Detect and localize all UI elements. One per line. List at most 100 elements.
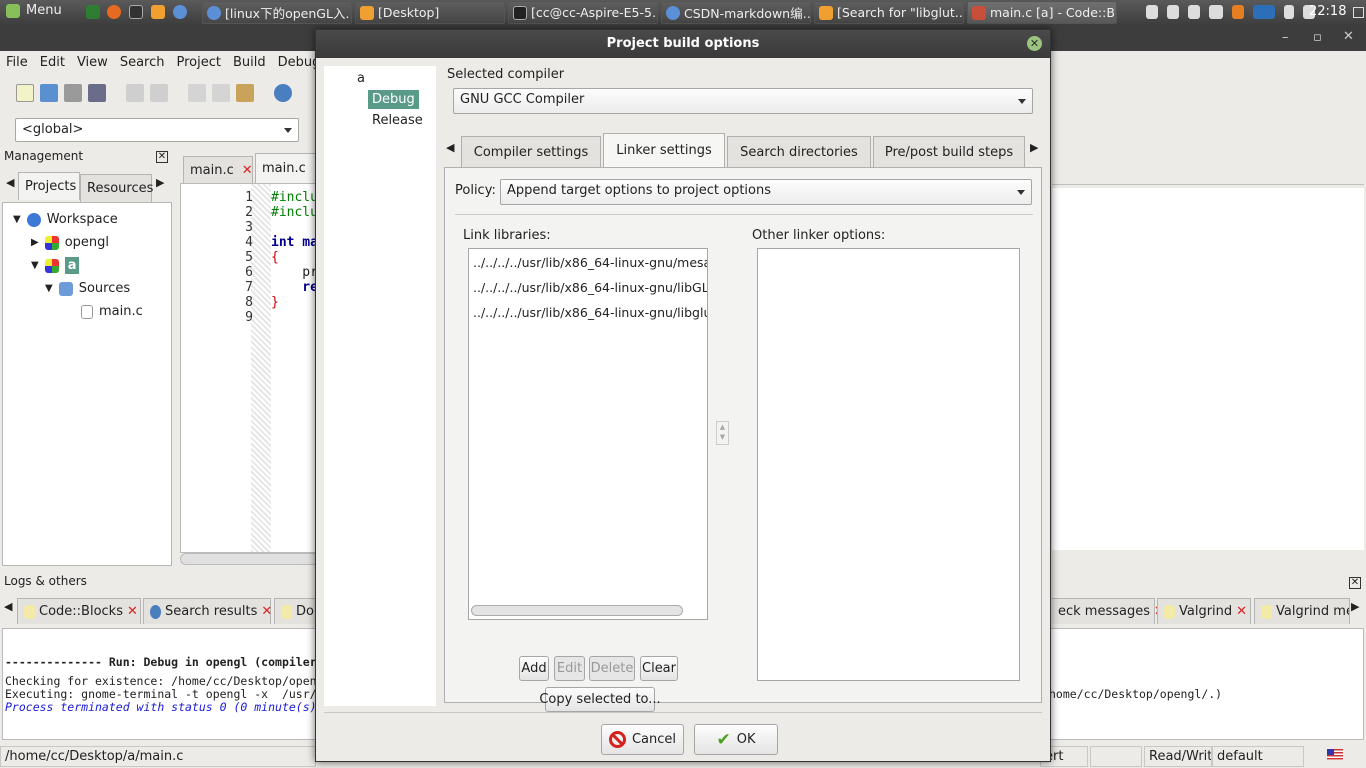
update-shield-icon[interactable] [1232,5,1244,19]
close-icon[interactable]: ✕ [1349,577,1361,589]
add-button[interactable]: Add [519,656,549,681]
tab-resources[interactable]: Resources [80,174,153,202]
menu-build[interactable]: Build [227,55,272,70]
terminal-icon[interactable] [129,5,143,19]
close-icon[interactable]: ✕ [1343,29,1354,44]
clear-button[interactable]: Clear [640,656,678,681]
tab-scroll-right-icon[interactable]: ▶ [1030,141,1038,154]
tree-item-workspace[interactable]: ▼ Workspace [13,208,118,231]
list-item[interactable]: ../../../../usr/lib/x86_64-linux-gnu/lib… [473,280,707,295]
save-all-icon[interactable] [88,84,106,102]
taskbar-window-2[interactable]: [Desktop] [355,1,505,24]
menu-edit[interactable]: Edit [34,55,71,70]
expand-icon[interactable]: ▼ [45,283,53,294]
target-release[interactable]: Release [372,113,423,128]
clipboard-icon[interactable] [1146,5,1158,19]
close-icon[interactable]: ✕ [1027,36,1042,51]
list-hscrollbar[interactable] [471,605,683,616]
taskbar-window-6[interactable]: main.c [a] - Code::B… [967,1,1117,24]
editor-tab-main-c-2[interactable]: main.c✕ [255,153,325,183]
policy-combo[interactable]: Append target options to project options [500,179,1032,205]
code-editor[interactable]: 1 2 3 4 5 6 7 8 9 #inclu #inclu int ma {… [180,183,320,553]
tab-scroll-left-icon[interactable]: ◀ [446,141,454,154]
us-flag-icon[interactable] [1327,749,1343,760]
copy-selected-to-button[interactable]: Copy selected to... [539,687,661,712]
delete-button[interactable]: Delete [589,656,635,681]
tree-item-opengl[interactable]: ▶ opengl [31,231,109,254]
taskbar-window-4[interactable]: CSDN-markdown编… [661,1,811,24]
compiler-combo[interactable]: GNU GCC Compiler [453,88,1033,114]
target-debug[interactable]: Debug [368,90,419,109]
link-libraries-list[interactable]: ../../../../usr/lib/x86_64-linux-gnu/mes… [468,248,708,620]
menu-project[interactable]: Project [170,55,226,70]
find-icon[interactable] [274,84,292,102]
intel-icon[interactable] [1253,5,1275,19]
log-tab-valgrind[interactable]: Valgrind ✕ [1157,598,1251,624]
log-tab-valgrind-messages[interactable]: Valgrind me [1254,598,1350,624]
save-icon[interactable] [64,84,82,102]
log-line: Executing: gnome-terminal -t opengl -x /… [5,687,317,701]
copy-icon[interactable] [212,84,230,102]
keyboard-icon[interactable] [1209,5,1223,19]
tree-item-sources[interactable]: ▼ Sources [45,277,130,300]
tab-pre-post-build-steps[interactable]: Pre/post build steps [873,136,1025,167]
ok-button[interactable]: ✔ OK [694,724,778,755]
maximize-icon[interactable]: ▫ [1313,30,1322,45]
firefox-icon[interactable] [107,5,121,19]
wifi-icon[interactable] [1167,5,1179,19]
open-icon[interactable] [40,84,58,102]
chromium-icon[interactable] [173,5,187,19]
collapse-icon[interactable]: ▶ [31,237,39,248]
menu-search[interactable]: Search [114,55,171,70]
taskbar-window-3[interactable]: [cc@cc-Aspire-E5-5… [508,1,658,24]
paste-icon[interactable] [236,84,254,102]
bluetooth-icon[interactable] [1284,5,1294,19]
editor-hscrollbar[interactable] [180,553,320,565]
tab-scroll-right-icon[interactable]: ▶ [1351,600,1359,613]
tab-scroll-right-icon[interactable]: ▶ [156,176,164,189]
cancel-button[interactable]: Cancel [601,724,684,755]
undo-icon[interactable] [126,84,144,102]
minimize-icon[interactable]: – [1282,30,1289,45]
menu-file[interactable]: File [0,55,34,70]
expand-icon[interactable]: ▼ [13,214,21,225]
tab-search-directories[interactable]: Search directories [727,136,871,167]
clock[interactable]: 22:18 [1309,4,1346,19]
close-tab-icon[interactable]: ✕ [127,604,138,619]
tree-item-a[interactable]: ▼ a [31,254,80,277]
log-tab-do[interactable]: Do [274,598,316,624]
tab-scroll-left-icon[interactable]: ◀ [6,176,14,189]
list-item[interactable]: ../../../../usr/lib/x86_64-linux-gnu/mes… [473,255,707,270]
cut-icon[interactable] [188,84,206,102]
target-project[interactable]: a [357,71,365,86]
tab-linker-settings[interactable]: Linker settings [603,133,725,167]
tree-item-main-c[interactable]: main.c [81,300,143,323]
close-tab-icon[interactable]: ✕ [261,604,272,619]
editor-tab-main-c-1[interactable]: main.c ✕ [183,156,253,183]
menu-button[interactable]: Menu [6,3,62,18]
files-icon[interactable] [151,5,165,19]
list-item[interactable]: ../../../../usr/lib/x86_64-linux-gnu/lib… [473,305,707,320]
other-linker-options-textarea[interactable] [757,248,1020,681]
close-tab-icon[interactable]: ✕ [242,163,253,178]
pycharm-icon[interactable] [86,5,100,19]
expand-icon[interactable]: ▼ [31,260,39,271]
tab-scroll-left-icon[interactable]: ◀ [4,600,12,613]
menu-view[interactable]: View [71,55,114,70]
redo-icon[interactable] [150,84,168,102]
tab-compiler-settings[interactable]: Compiler settings [461,136,601,167]
splitter-handle[interactable]: ▲ ▼ [716,421,729,445]
log-tab-codeblocks[interactable]: Code::Blocks ✕ [17,598,141,624]
taskbar-window-5[interactable]: [Search for "libglut.… [814,1,964,24]
taskbar-window-1[interactable]: [linux下的openGL入… [202,1,352,24]
volume-icon[interactable] [1188,5,1200,19]
tab-projects[interactable]: Projects [18,172,80,200]
edit-button[interactable]: Edit [554,656,585,681]
show-desktop-icon[interactable] [1353,7,1364,18]
close-tab-icon[interactable]: ✕ [1236,604,1247,619]
scope-combo[interactable]: <global> [15,118,299,142]
log-tab-check-messages[interactable]: eck messages✕ [1052,598,1165,624]
new-file-icon[interactable] [16,84,34,102]
log-tab-search-results[interactable]: Search results ✕ [143,598,272,624]
close-icon[interactable]: ✕ [156,151,168,163]
